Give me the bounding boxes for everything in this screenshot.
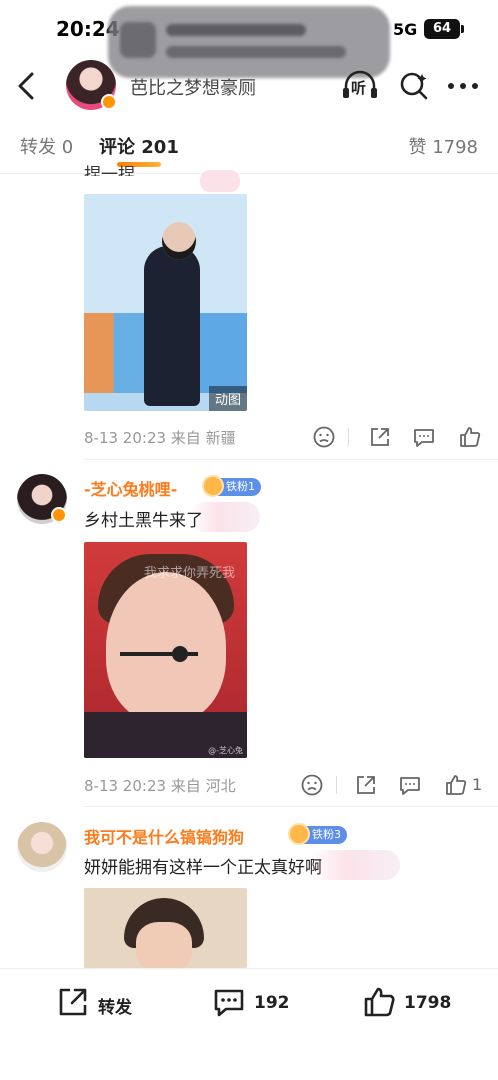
search-icon[interactable] [398, 70, 430, 102]
like-count: 1798 [404, 993, 452, 1013]
comment-divider [84, 459, 498, 460]
fan-badge: 铁粉1 [202, 475, 261, 497]
tab-reposts[interactable]: 转发 0 [20, 133, 73, 159]
share-icon[interactable] [368, 425, 392, 449]
battery-tip [461, 25, 464, 33]
repost-icon [59, 988, 87, 1016]
like-icon [364, 987, 395, 1017]
comment-text: 乡村土黑牛来了 [84, 511, 203, 531]
comment-icon[interactable] [398, 773, 422, 797]
like-icon[interactable] [458, 425, 482, 449]
listen-button[interactable]: 听 [340, 70, 380, 102]
media-face [136, 922, 192, 968]
notification-text-blurred [166, 46, 346, 58]
comment-sticker [200, 170, 240, 192]
top-nav: 芭比之梦想豪厕 听 [0, 58, 498, 114]
gif-label: 动图 [208, 386, 247, 411]
listen-label: 听 [351, 79, 367, 97]
fan-crown-icon [288, 823, 310, 845]
more-icon[interactable] [446, 74, 480, 98]
tab-comments[interactable]: 评论 201 [99, 133, 179, 159]
media-person-head [162, 222, 196, 260]
repost-label: 转发 [98, 998, 132, 1018]
fan-badge-label: 铁粉1 [226, 480, 255, 493]
notification-text-blurred [166, 24, 306, 36]
share-icon[interactable] [354, 773, 378, 797]
comment-media-image[interactable]: 我求求你弄死我 @-芝心兔 [84, 542, 247, 758]
comment-count: 192 [254, 993, 290, 1013]
comment-text: 妍妍能拥有这样一个正太真好啊 [84, 858, 322, 878]
comment-meta: 8-13 20:23 来自 新疆 [84, 429, 236, 447]
comment-divider [84, 806, 498, 807]
action-divider [348, 428, 349, 446]
media-mic-head [172, 646, 188, 662]
notification-app-icon [120, 22, 156, 58]
fan-crown-icon [202, 475, 224, 497]
back-icon[interactable] [10, 68, 46, 104]
media-watermark: @-芝心兔 [208, 746, 243, 755]
comment-media-gif[interactable]: 动图 [84, 194, 247, 411]
network-indicator: 5G [393, 20, 418, 39]
like-count: 1 [472, 775, 483, 794]
comment-bubble-decoration [310, 850, 400, 880]
comment-actions [312, 425, 482, 451]
bottom-action-bar: 转发 192 1798 [0, 968, 498, 1080]
like-icon[interactable] [444, 773, 468, 797]
media-caption: 我求求你弄死我 [144, 566, 236, 581]
comment-button[interactable]: 192 [212, 985, 302, 1025]
battery-indicator: 64 [424, 19, 460, 39]
commenter-avatar[interactable] [17, 822, 67, 872]
dislike-icon[interactable] [312, 425, 336, 449]
repost-button[interactable]: 转发 [56, 985, 146, 1025]
tab-likes[interactable]: 赞 1798 [408, 133, 478, 159]
comment-media-image[interactable] [84, 888, 247, 968]
dislike-icon[interactable] [300, 773, 324, 797]
like-button[interactable]: 1798 [362, 985, 462, 1025]
tab-bar: 转发 0 评论 201 赞 1798 [0, 114, 498, 174]
commenter-name[interactable]: -芝心兔桃哩- [84, 476, 177, 500]
media-face [106, 572, 226, 722]
comment-meta: 8-13 20:23 来自 河北 [84, 777, 236, 795]
comment-icon [214, 989, 244, 1017]
author-name[interactable]: 芭比之梦想豪厕 [130, 74, 256, 100]
comment-icon[interactable] [412, 425, 436, 449]
fan-badge-label: 铁粉3 [312, 828, 341, 841]
commenter-name[interactable]: 我可不是什么镐镐狗狗 [84, 824, 244, 848]
comment-actions: 1 [300, 773, 490, 799]
verified-badge-icon [51, 507, 67, 523]
action-divider [336, 776, 337, 794]
fan-badge: 铁粉3 [288, 823, 347, 845]
verified-badge-icon [101, 94, 117, 110]
media-person [144, 246, 200, 406]
